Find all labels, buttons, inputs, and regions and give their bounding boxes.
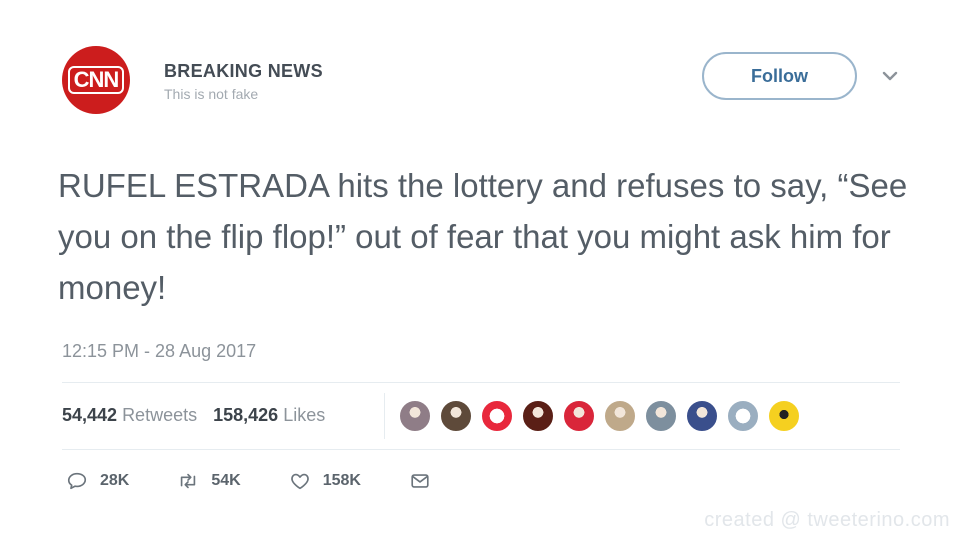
message-button[interactable] <box>409 470 431 492</box>
stats-separator <box>384 393 385 439</box>
avatar[interactable]: CNN <box>62 46 130 114</box>
liker-avatar[interactable] <box>603 399 637 433</box>
tweet-text: RUFEL ESTRADA hits the lottery and refus… <box>58 167 908 306</box>
reply-count: 28K <box>100 472 130 489</box>
divider <box>62 449 900 450</box>
liker-avatar[interactable] <box>726 399 760 433</box>
tweet-card: CNN BREAKING NEWS This is not fake Follo… <box>0 0 960 540</box>
like-button[interactable]: 158K <box>289 470 361 492</box>
tweet-timestamp[interactable]: 12:15 PM - 28 Aug 2017 <box>62 341 256 362</box>
liker-avatar[interactable] <box>767 399 801 433</box>
liker-avatar[interactable] <box>521 399 555 433</box>
envelope-icon <box>411 474 429 488</box>
liker-avatar[interactable] <box>439 399 473 433</box>
liker-avatar[interactable] <box>644 399 678 433</box>
follow-button[interactable]: Follow <box>702 52 857 100</box>
chevron-down-icon[interactable] <box>880 66 900 86</box>
liker-avatar[interactable] <box>398 399 432 433</box>
liker-avatar[interactable] <box>685 399 719 433</box>
retweets-count[interactable]: 54,442 <box>62 405 117 426</box>
engagement-stats: 54,442 Retweets 158,426 Likes <box>62 405 341 426</box>
action-bar: 28K 54K 158K <box>66 470 479 492</box>
likes-label[interactable]: Likes <box>283 405 325 426</box>
like-action-count: 158K <box>322 472 361 489</box>
liker-avatar[interactable] <box>562 399 596 433</box>
reply-icon <box>67 472 87 490</box>
retweets-label[interactable]: Retweets <box>122 405 197 426</box>
liker-avatar[interactable] <box>480 399 514 433</box>
watermark: created @ tweeterino.com <box>704 509 950 531</box>
author-name[interactable]: BREAKING NEWS <box>164 61 323 82</box>
likes-count[interactable]: 158,426 <box>213 405 278 426</box>
avatar-logo: CNN <box>67 66 125 94</box>
author-handle: This is not fake <box>164 86 259 102</box>
retweet-action-count: 54K <box>211 472 241 489</box>
divider <box>62 382 900 383</box>
retweet-icon <box>181 473 196 489</box>
retweet-button[interactable]: 54K <box>177 470 241 492</box>
liker-avatars <box>398 399 808 433</box>
reply-button[interactable]: 28K <box>66 470 129 492</box>
heart-icon <box>290 473 309 490</box>
